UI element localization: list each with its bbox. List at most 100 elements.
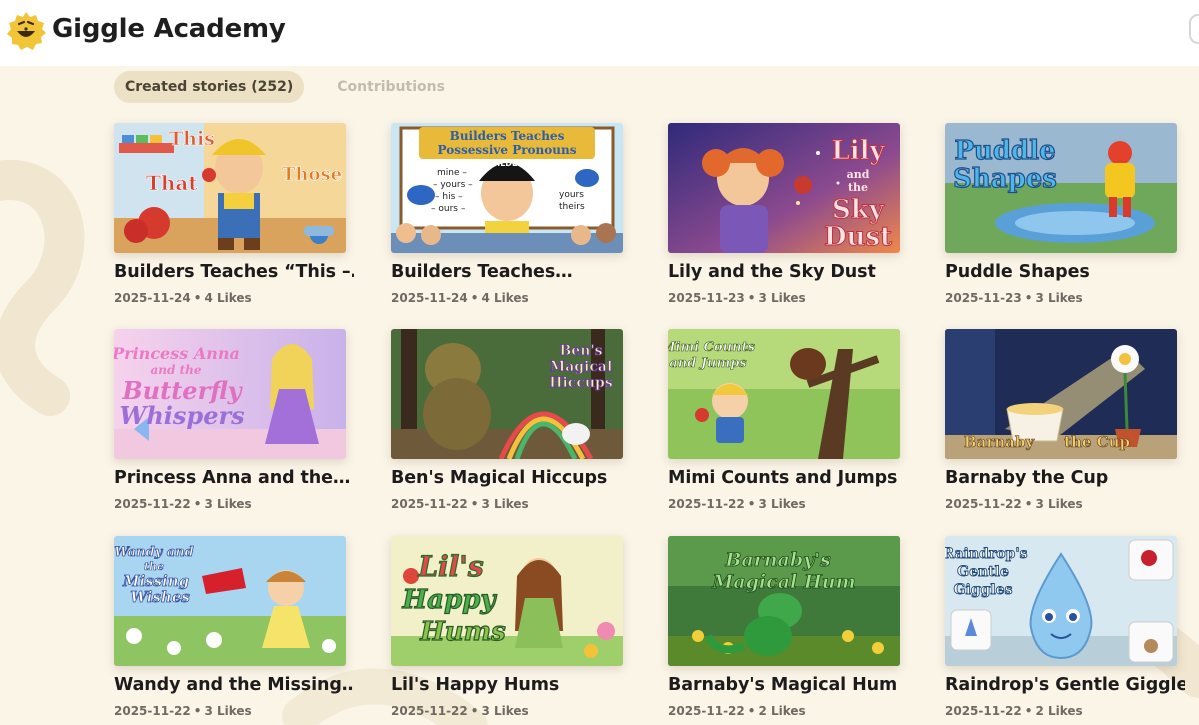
svg-text:Happy: Happy xyxy=(402,585,498,615)
story-date: 2025-11-22 xyxy=(391,497,468,511)
story-meta: 2025-11-23 • 3 Likes xyxy=(945,291,1083,305)
story-title[interactable]: Raindrop's Gentle Giggles xyxy=(945,675,1185,695)
tab-contributions[interactable]: Contributions xyxy=(326,71,456,103)
story-thumbnail[interactable]: Raindrop's Gentle Giggles xyxy=(945,536,1177,666)
brand-name[interactable]: Giggle Academy xyxy=(52,14,286,44)
svg-text:theirs: theirs xyxy=(559,202,585,212)
story-illustration: Lil's Happy Hums xyxy=(391,536,623,666)
story-illustration: This That Those xyxy=(114,123,346,253)
story-date: 2025-11-24 xyxy=(114,291,191,305)
story-illustration: Raindrop's Gentle Giggles xyxy=(945,536,1177,666)
svg-text:Giggles: Giggles xyxy=(954,582,1013,598)
story-title[interactable]: Builders Teaches… xyxy=(391,262,631,282)
story-illustration: Lily and the Sky Dust xyxy=(668,123,900,253)
story-meta: 2025-11-22 • 2 Likes xyxy=(668,704,806,718)
svg-text:Wishes: Wishes xyxy=(130,588,190,606)
svg-text:and the: and the xyxy=(151,363,202,377)
story-title[interactable]: Barnaby's Magical Hum xyxy=(668,675,908,695)
svg-text:Whispers: Whispers xyxy=(119,401,245,430)
story-likes: 3 Likes xyxy=(481,704,529,718)
svg-text:– his –: – his – xyxy=(435,192,463,202)
story-thumbnail[interactable]: Princess Anna and the Butterfly Whispers xyxy=(114,329,346,459)
story-meta: 2025-11-24 • 4 Likes xyxy=(114,291,252,305)
story-title[interactable]: Princess Anna and the… xyxy=(114,468,354,488)
story-date: 2025-11-24 xyxy=(391,291,468,305)
story-thumbnail[interactable]: Wandy and the Missing Wishes xyxy=(114,536,346,666)
story-card[interactable]: Princess Anna and the Butterfly Whispers… xyxy=(114,329,350,529)
story-card[interactable]: This That Those Builders Teaches “This –… xyxy=(114,123,354,323)
story-title[interactable]: Wandy and the Missing… xyxy=(114,675,354,695)
svg-text:– ours –: – ours – xyxy=(431,204,466,214)
giggle-logo-icon[interactable] xyxy=(5,10,47,52)
profile-button[interactable] xyxy=(1189,14,1199,44)
story-title[interactable]: Lily and the Sky Dust xyxy=(668,262,908,282)
story-meta: 2025-11-22 • 3 Likes xyxy=(391,497,529,511)
story-title[interactable]: Ben's Magical Hiccups xyxy=(391,468,631,488)
svg-text:Ben's: Ben's xyxy=(559,343,602,359)
svg-text:Puddle: Puddle xyxy=(954,136,1055,166)
svg-text:and: and xyxy=(847,168,870,181)
story-illustration: Barnaby the Cup xyxy=(945,329,1177,459)
story-date: 2025-11-22 xyxy=(945,497,1022,511)
svg-text:Magical: Magical xyxy=(550,359,613,375)
story-card[interactable]: Raindrop's Gentle Giggles Raindrop's Gen… xyxy=(945,536,1185,725)
story-thumbnail[interactable]: This That Those xyxy=(114,123,346,253)
story-illustration: Barnaby's Magical Hum xyxy=(668,536,900,666)
story-thumbnail[interactable]: Barnaby the Cup xyxy=(945,329,1177,459)
story-card[interactable]: Barnaby the Cup Barnaby the Cup 2025-11-… xyxy=(945,329,1177,529)
story-meta: 2025-11-22 • 3 Likes xyxy=(114,497,252,511)
story-likes: 3 Likes xyxy=(758,291,806,305)
story-meta: 2025-11-22 • 3 Likes xyxy=(114,704,252,718)
story-title[interactable]: Mimi Counts and Jumps xyxy=(668,468,908,488)
svg-text:Barnaby: Barnaby xyxy=(964,433,1035,451)
story-thumbnail[interactable]: Lily and the Sky Dust xyxy=(668,123,900,253)
story-thumbnail[interactable]: Mimi Counts and Jumps xyxy=(668,329,900,459)
story-card[interactable]: Puddle Shapes Puddle Shapes 2025-11-23 • 3… xyxy=(945,123,1177,323)
svg-text:Magical Hum: Magical Hum xyxy=(711,571,855,593)
story-date: 2025-11-23 xyxy=(668,291,745,305)
story-illustration: Builders Teaches Possessive Pronouns min… xyxy=(391,123,623,253)
story-title[interactable]: Barnaby the Cup xyxy=(945,468,1185,488)
story-illustration: Princess Anna and the Butterfly Whispers xyxy=(114,329,346,459)
story-title[interactable]: Lil's Happy Hums xyxy=(391,675,631,695)
story-likes: 3 Likes xyxy=(204,704,252,718)
story-thumbnail[interactable]: Lil's Happy Hums xyxy=(391,536,623,666)
svg-text:the Cup: the Cup xyxy=(1064,433,1130,451)
story-card[interactable]: Lil's Happy Hums Lil's Happy Hums 2025-1… xyxy=(391,536,623,725)
story-thumbnail[interactable]: Ben's Magical Hiccups xyxy=(391,329,623,459)
svg-text:and Jumps: and Jumps xyxy=(669,356,747,371)
svg-text:– yours –: – yours – xyxy=(433,180,473,190)
svg-text:Possessive Pronouns: Possessive Pronouns xyxy=(438,143,577,157)
story-likes: 3 Likes xyxy=(1035,291,1083,305)
svg-text:the: the xyxy=(848,181,868,194)
story-title[interactable]: Puddle Shapes xyxy=(945,262,1185,282)
story-illustration: Puddle Shapes xyxy=(945,123,1177,253)
svg-text:Wandy and: Wandy and xyxy=(114,545,193,560)
story-card[interactable]: Barnaby's Magical Hum Barnaby's Magical … xyxy=(668,536,900,725)
svg-text:BUILDERS: BUILDERS xyxy=(485,159,530,168)
story-meta: 2025-11-22 • 2 Likes xyxy=(945,704,1083,718)
story-card[interactable]: Builders Teaches Possessive Pronouns min… xyxy=(391,123,623,323)
svg-text:That: That xyxy=(146,171,198,195)
svg-text:Lily: Lily xyxy=(831,136,885,166)
svg-text:Lil's: Lil's xyxy=(417,550,484,583)
story-likes: 3 Likes xyxy=(1035,497,1083,511)
story-title[interactable]: Builders Teaches “This –… xyxy=(114,262,354,282)
story-card[interactable]: Lily and the Sky Dust Lily and the Sky D… xyxy=(668,123,900,323)
story-date: 2025-11-22 xyxy=(114,497,191,511)
svg-text:Those: Those xyxy=(282,164,342,185)
tab-created-stories[interactable]: Created stories (252) xyxy=(114,71,305,103)
svg-text:Princess Anna: Princess Anna xyxy=(114,344,240,363)
story-card[interactable]: Ben's Magical Hiccups Ben's Magical Hicc… xyxy=(391,329,623,529)
svg-text:Hiccups: Hiccups xyxy=(549,375,613,391)
story-illustration: Mimi Counts and Jumps xyxy=(668,329,900,459)
svg-text:Hums: Hums xyxy=(419,617,506,647)
story-thumbnail[interactable]: Barnaby's Magical Hum xyxy=(668,536,900,666)
story-card[interactable]: Wandy and the Missing Wishes Wandy and t… xyxy=(114,536,354,725)
story-likes: 2 Likes xyxy=(758,704,806,718)
story-card[interactable]: Mimi Counts and Jumps Mimi Counts and Ju… xyxy=(668,329,900,529)
svg-text:This: This xyxy=(169,128,215,150)
story-tabs: Created stories (252) Contributions xyxy=(114,71,456,103)
story-thumbnail[interactable]: Builders Teaches Possessive Pronouns min… xyxy=(391,123,623,253)
story-thumbnail[interactable]: Puddle Shapes xyxy=(945,123,1177,253)
